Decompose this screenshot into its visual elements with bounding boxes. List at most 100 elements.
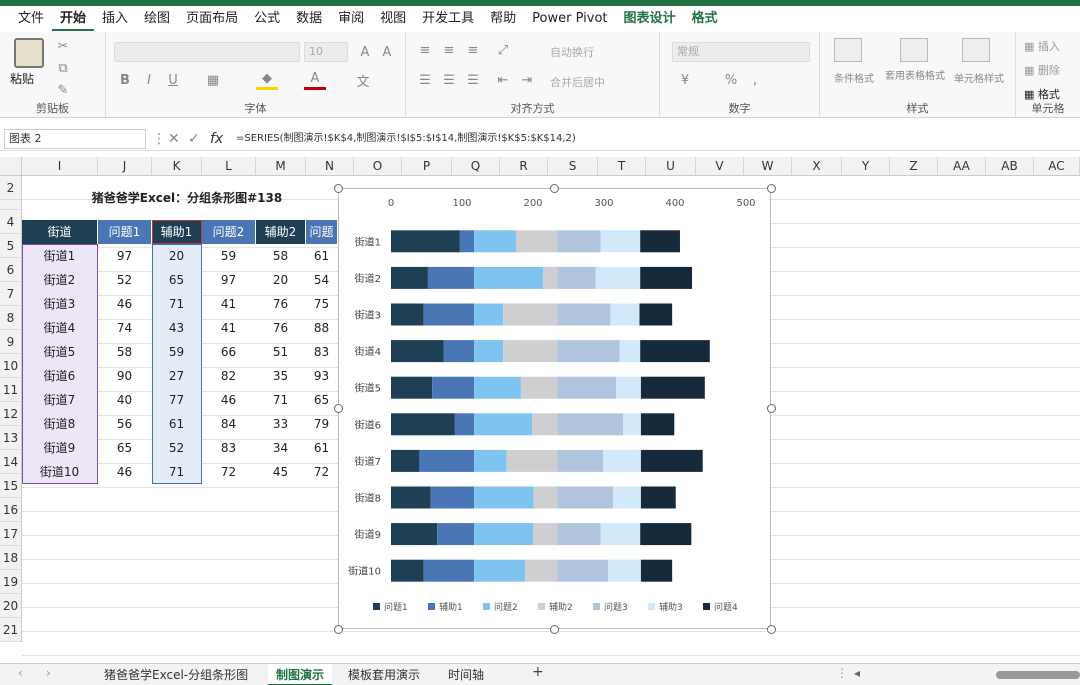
column-header-Z[interactable]: Z <box>890 157 938 176</box>
table-format-icon[interactable] <box>900 38 928 62</box>
bar-segment-辅助2[interactable] <box>533 523 558 546</box>
column-header-R[interactable]: R <box>500 157 548 176</box>
row-header-2[interactable]: 2 <box>0 176 22 200</box>
menu-tab-9[interactable]: 开发工具 <box>414 7 482 31</box>
table-cell[interactable]: 街道10 <box>22 460 97 484</box>
bar-segment-辅助1[interactable] <box>423 303 475 326</box>
italic-icon[interactable]: I <box>138 70 160 90</box>
bar-segment-问题1[interactable] <box>391 559 424 582</box>
row-header-9[interactable]: 9 <box>0 330 22 354</box>
table-header-5[interactable]: 问题 <box>306 220 337 244</box>
table-cell[interactable]: 72 <box>306 460 337 484</box>
row-header-19[interactable]: 19 <box>0 570 22 594</box>
row-header-17[interactable]: 17 <box>0 522 22 546</box>
bar-segment-问题3[interactable] <box>557 449 604 472</box>
column-header-L[interactable]: L <box>202 157 256 176</box>
font-color-icon[interactable]: A <box>304 70 326 90</box>
menu-tab-3[interactable]: 绘图 <box>136 7 178 31</box>
resize-handle[interactable] <box>550 625 559 634</box>
function-icon[interactable]: fx <box>210 129 223 149</box>
column-header-P[interactable]: P <box>402 157 452 176</box>
table-cell[interactable]: 46 <box>98 292 151 316</box>
bold-icon[interactable]: B <box>114 70 136 90</box>
table-cell[interactable]: 84 <box>202 412 255 436</box>
bar-segment-问题1[interactable] <box>391 303 424 326</box>
bar-segment-辅助2[interactable] <box>503 303 558 326</box>
bar-segment-问题2[interactable] <box>474 266 543 289</box>
resize-handle[interactable] <box>334 404 343 413</box>
select-all-corner[interactable] <box>0 157 22 176</box>
bar-segment-问题2[interactable] <box>474 523 533 546</box>
table-cell[interactable]: 74 <box>98 316 151 340</box>
column-header-N[interactable]: N <box>306 157 354 176</box>
phonetic-icon[interactable]: 文 <box>352 70 374 90</box>
align-top-icon[interactable]: ≡ <box>414 40 436 60</box>
bar-segment-问题1[interactable] <box>391 486 431 509</box>
column-header-X[interactable]: X <box>792 157 842 176</box>
bar-segment-问题4[interactable] <box>640 486 676 509</box>
row-header-4[interactable]: 4 <box>0 210 22 234</box>
number-format-select[interactable]: 常规 <box>672 42 810 62</box>
bar-segment-辅助1[interactable] <box>427 266 475 289</box>
resize-handle[interactable] <box>334 184 343 193</box>
table-cell[interactable]: 52 <box>152 436 201 460</box>
bar-segment-问题2[interactable] <box>474 413 533 436</box>
table-cell[interactable]: 54 <box>306 268 337 292</box>
bar-segment-问题1[interactable] <box>391 523 438 546</box>
conditional-format-button[interactable]: 条件格式 <box>824 70 884 85</box>
bar-segment-辅助3[interactable] <box>613 486 641 509</box>
bar-segment-问题4[interactable] <box>640 449 703 472</box>
indent-increase-icon[interactable]: ⇥ <box>516 70 538 90</box>
column-header-W[interactable]: W <box>744 157 792 176</box>
bar-segment-问题2[interactable] <box>474 340 504 363</box>
table-header-3[interactable]: 问题2 <box>202 220 255 244</box>
row-header-12[interactable]: 12 <box>0 402 22 426</box>
align-left-icon[interactable]: ☰ <box>414 70 436 90</box>
table-cell[interactable]: 83 <box>306 340 337 364</box>
align-middle-icon[interactable]: ≡ <box>438 40 460 60</box>
menu-tab-4[interactable]: 页面布局 <box>178 7 246 31</box>
menu-tab-11[interactable]: Power Pivot <box>524 7 615 31</box>
table-cell[interactable]: 街道3 <box>22 292 97 316</box>
column-header-M[interactable]: M <box>256 157 306 176</box>
table-cell[interactable]: 90 <box>98 364 151 388</box>
scroll-left-icon[interactable]: ◂ <box>854 666 860 680</box>
bar-segment-辅助2[interactable] <box>520 376 558 399</box>
bar-segment-辅助3[interactable] <box>600 230 641 253</box>
bar-segment-问题4[interactable] <box>640 559 673 582</box>
bar-segment-问题3[interactable] <box>557 340 620 363</box>
wrap-text-button[interactable]: 自动换行 <box>550 44 594 60</box>
table-cell[interactable]: 61 <box>306 436 337 460</box>
border-icon[interactable]: ▦ <box>202 70 224 90</box>
bar-segment-问题3[interactable] <box>557 230 601 253</box>
menu-tab-1[interactable]: 开始 <box>52 7 95 31</box>
resize-handle[interactable] <box>767 404 776 413</box>
bar-segment-辅助2[interactable] <box>532 413 558 436</box>
bar-segment-辅助3[interactable] <box>595 266 641 289</box>
table-cell[interactable]: 83 <box>202 436 255 460</box>
bar-segment-辅助1[interactable] <box>437 523 475 546</box>
decrease-font-icon[interactable]: A <box>376 42 398 62</box>
column-header-O[interactable]: O <box>354 157 402 176</box>
table-cell[interactable]: 65 <box>306 388 337 412</box>
column-header-I[interactable]: I <box>22 157 98 176</box>
bar-segment-辅助1[interactable] <box>430 486 475 509</box>
insert-cells-button[interactable]: ▦ 插入 <box>1024 38 1060 54</box>
table-cell[interactable]: 71 <box>152 292 201 316</box>
table-cell[interactable]: 51 <box>256 340 305 364</box>
row-header-10[interactable]: 10 <box>0 354 22 378</box>
sheet-tab[interactable]: 模板套用演示 <box>340 664 428 685</box>
resize-handle[interactable] <box>334 625 343 634</box>
bar-segment-辅助2[interactable] <box>525 559 558 582</box>
bar-segment-问题2[interactable] <box>474 449 507 472</box>
bar-segment-问题4[interactable] <box>640 230 680 253</box>
row-header-13[interactable]: 13 <box>0 426 22 450</box>
row-header-20[interactable]: 20 <box>0 594 22 618</box>
orientation-icon[interactable]: ⤢ <box>492 40 514 60</box>
table-cell[interactable]: 41 <box>202 292 255 316</box>
row-header-5[interactable]: 5 <box>0 234 22 258</box>
underline-icon[interactable]: U <box>162 70 184 90</box>
bar-segment-辅助1[interactable] <box>443 340 475 363</box>
bar-segment-辅助3[interactable] <box>616 376 641 399</box>
sheet-tab[interactable]: 制图演示 <box>268 664 333 685</box>
